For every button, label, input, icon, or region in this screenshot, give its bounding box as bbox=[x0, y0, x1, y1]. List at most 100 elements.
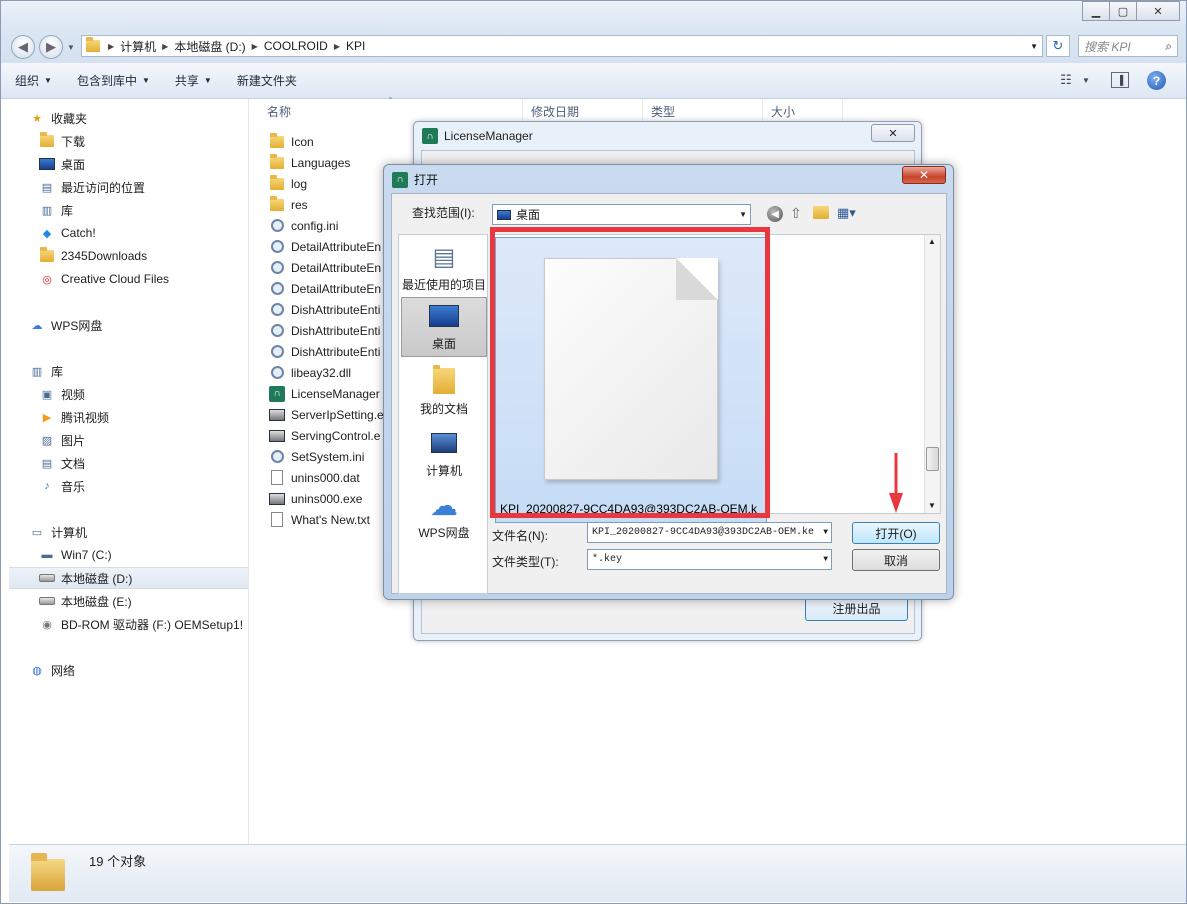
sidebar-item[interactable]: ▨ 图片 bbox=[9, 429, 248, 451]
column-size[interactable]: 大小 bbox=[763, 99, 843, 123]
open-dialog-close-button[interactable]: ✕ bbox=[902, 166, 946, 184]
file-row[interactable]: DishAttributeEnti bbox=[269, 320, 380, 341]
folder-icon bbox=[269, 153, 285, 171]
file-row[interactable]: DishAttributeEnti bbox=[269, 341, 380, 362]
file-row[interactable]: DetailAttributeEn bbox=[269, 278, 381, 299]
file-row[interactable]: Icon bbox=[269, 131, 314, 152]
minimize-button[interactable]: ▁ bbox=[1082, 1, 1110, 21]
sidebar-item[interactable]: ▶ 腾讯视频 bbox=[9, 406, 248, 428]
file-row[interactable]: ∩ LicenseManager bbox=[269, 383, 380, 404]
address-dropdown-icon[interactable]: ▼ bbox=[1030, 42, 1038, 51]
filename-input[interactable]: KPI_20200827-9CC4DA93@393DC2AB-OEM.ke ▼ bbox=[587, 522, 832, 543]
file-row[interactable]: res bbox=[269, 194, 308, 215]
vertical-scrollbar[interactable]: ▲ ▼ bbox=[924, 235, 940, 513]
filetype-label: 文件类型(T): bbox=[492, 555, 559, 569]
look-in-combo[interactable]: 桌面 ▼ bbox=[492, 204, 751, 225]
breadcrumb-separator-icon: ▶ bbox=[162, 41, 169, 51]
file-row[interactable]: DishAttributeEnti bbox=[269, 299, 380, 320]
breadcrumb-coolroid[interactable]: COOLROID bbox=[264, 39, 328, 53]
address-bar[interactable]: ▶ 计算机 ▶ 本地磁盘 (D:) ▶ COOLROID ▶ KPI ▼ bbox=[81, 35, 1043, 57]
place-item[interactable]: 计算机 bbox=[401, 423, 487, 483]
back-button[interactable]: ◀ bbox=[11, 35, 35, 59]
include-library-button[interactable]: 包含到库中 ▼ bbox=[77, 72, 161, 89]
forward-button[interactable]: ▶ bbox=[39, 35, 63, 59]
share-button[interactable]: 共享 ▼ bbox=[175, 72, 223, 89]
file-row[interactable]: DetailAttributeEn bbox=[269, 236, 381, 257]
column-type[interactable]: 类型 bbox=[643, 99, 763, 123]
close-button[interactable]: ✕ bbox=[1136, 1, 1180, 21]
up-folder-icon[interactable]: ⇧ bbox=[790, 205, 802, 222]
history-dropdown-icon[interactable]: ▼ bbox=[67, 43, 75, 52]
file-row[interactable]: SetSystem.ini bbox=[269, 446, 364, 467]
sidebar-item[interactable]: 本地磁盘 (D:) bbox=[9, 567, 248, 589]
sidebar-item[interactable]: ▤ 最近访问的位置 bbox=[9, 176, 248, 198]
view-options-icon[interactable]: ☷ bbox=[1057, 72, 1075, 88]
sidebar-item[interactable]: ▭ 计算机 bbox=[9, 521, 248, 543]
sidebar-item[interactable]: ◉ BD-ROM 驱动器 (F:) OEMSetup1! bbox=[9, 613, 248, 635]
sidebar-item[interactable]: ▥ 库 bbox=[9, 360, 248, 382]
file-row[interactable]: log bbox=[269, 173, 307, 194]
view-menu-icon[interactable]: ▦▾ bbox=[837, 205, 856, 221]
file-row[interactable]: ServingControl.e bbox=[269, 425, 380, 446]
sidebar-item[interactable]: ▥ 库 bbox=[9, 199, 248, 221]
sidebar-item[interactable]: ▣ 视频 bbox=[9, 383, 248, 405]
new-folder-button[interactable]: 新建文件夹 bbox=[237, 72, 308, 89]
selected-file-item[interactable]: KPI_20200827-9CC4DA93@393DC2AB-OEM.k bbox=[495, 237, 767, 523]
column-modified[interactable]: 修改日期 bbox=[523, 99, 643, 123]
back-icon[interactable]: ◀ bbox=[767, 206, 783, 222]
scroll-thumb[interactable] bbox=[926, 447, 939, 471]
place-item[interactable]: ▤ 最近使用的项目 bbox=[401, 237, 487, 297]
sidebar-item[interactable]: 2345Downloads bbox=[9, 245, 248, 267]
place-item[interactable]: 桌面 bbox=[401, 297, 487, 357]
sidebar-item[interactable]: 桌面 bbox=[9, 153, 248, 175]
license-manager-close-button[interactable]: ✕ bbox=[871, 124, 915, 142]
sidebar-item[interactable]: ★ 收藏夹 bbox=[9, 107, 248, 129]
sidebar-item[interactable]: ▬ Win7 (C:) bbox=[9, 544, 248, 566]
title-bar: ▁ ▢ ✕ bbox=[1, 1, 1186, 31]
open-button[interactable]: 打开(O) bbox=[852, 522, 940, 544]
sidebar-item[interactable]: ◆ Catch! bbox=[9, 222, 248, 244]
system-drive-icon: ▬ bbox=[41, 549, 53, 561]
sidebar-item[interactable]: 本地磁盘 (E:) bbox=[9, 590, 248, 612]
cancel-button[interactable]: 取消 bbox=[852, 549, 940, 571]
chevron-down-icon: ▼ bbox=[739, 210, 747, 219]
maximize-button[interactable]: ▢ bbox=[1109, 1, 1137, 21]
file-row[interactable]: libeay32.dll bbox=[269, 362, 351, 383]
back-arrow-icon: ◀ bbox=[18, 39, 28, 54]
sidebar-item-label: 音乐 bbox=[61, 479, 86, 494]
filetype-value: *.key bbox=[592, 554, 623, 565]
sidebar-item-label: 图片 bbox=[61, 433, 86, 448]
sidebar-item[interactable]: 下载 bbox=[9, 130, 248, 152]
place-item[interactable]: 我的文档 bbox=[401, 361, 487, 421]
sidebar-item[interactable]: ▤ 文档 bbox=[9, 452, 248, 474]
red-arrow-icon bbox=[889, 453, 903, 513]
sidebar-item[interactable]: ◎ Creative Cloud Files bbox=[9, 268, 248, 290]
new-folder-icon[interactable] bbox=[813, 206, 829, 219]
organize-button[interactable]: 组织 ▼ bbox=[15, 72, 63, 89]
file-row[interactable]: unins000.dat bbox=[269, 467, 360, 488]
sidebar-item[interactable]: ◍ 网络 bbox=[9, 659, 248, 681]
file-row[interactable]: config.ini bbox=[269, 215, 338, 236]
refresh-button[interactable]: ↻ bbox=[1046, 35, 1070, 57]
place-item[interactable]: ☁ WPS网盘 bbox=[401, 485, 487, 545]
filetype-select[interactable]: *.key ▼ bbox=[587, 549, 832, 570]
breadcrumb-drive-d[interactable]: 本地磁盘 (D:) bbox=[174, 38, 245, 55]
cloud-icon: ☁ bbox=[31, 319, 43, 332]
help-icon[interactable]: ? bbox=[1147, 71, 1166, 90]
breadcrumb-computer[interactable]: 计算机 bbox=[120, 38, 156, 55]
folder-large-icon bbox=[31, 853, 65, 891]
view-dropdown-icon[interactable]: ▼ bbox=[1080, 72, 1092, 88]
sidebar-item[interactable]: ♪ 音乐 bbox=[9, 475, 248, 497]
preview-pane-icon[interactable]: ▐ bbox=[1111, 72, 1129, 88]
file-row[interactable]: ServerIpSetting.e bbox=[269, 404, 384, 425]
scroll-down-icon[interactable]: ▼ bbox=[928, 501, 936, 510]
file-row[interactable]: unins000.exe bbox=[269, 488, 362, 509]
file-row[interactable]: What's New.txt bbox=[269, 509, 370, 530]
sidebar-item[interactable]: ☁ WPS网盘 bbox=[9, 314, 248, 336]
file-row[interactable]: DetailAttributeEn bbox=[269, 257, 381, 278]
scroll-up-icon[interactable]: ▲ bbox=[928, 237, 936, 246]
breadcrumb-kpi[interactable]: KPI bbox=[346, 39, 365, 53]
selected-file-name: KPI_20200827-9CC4DA93@393DC2AB-OEM.k bbox=[500, 502, 757, 516]
search-input[interactable]: 搜索 KPI ⌕ bbox=[1078, 35, 1178, 57]
file-row[interactable]: Languages bbox=[269, 152, 350, 173]
